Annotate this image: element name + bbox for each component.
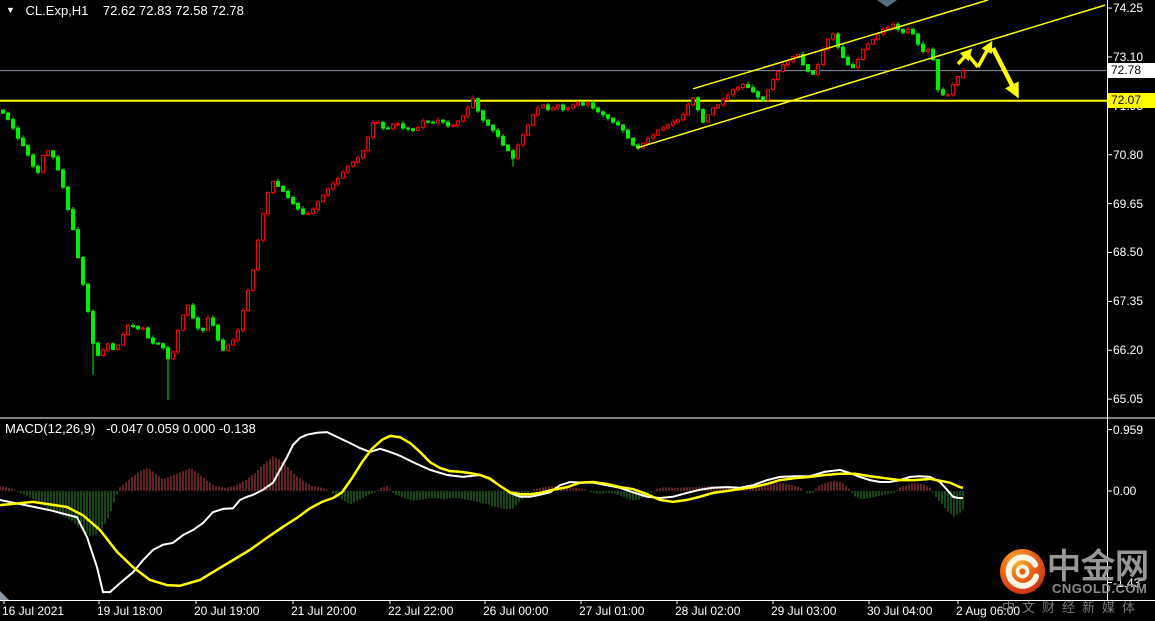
- chart-canvas[interactable]: [0, 0, 1155, 621]
- time-tick-label: 26 Jul 00:00: [483, 604, 549, 618]
- macd-main-line: [0, 431, 963, 594]
- price-tick-label: 66.20: [1113, 343, 1144, 358]
- support-price-tag: 72.07: [1108, 93, 1155, 108]
- time-tick-label: 28 Jul 02:00: [675, 604, 741, 618]
- level-lines: [0, 70, 1107, 102]
- time-tick-label: 20 Jul 19:00: [194, 604, 260, 618]
- current-price-tag: 72.78: [1108, 63, 1155, 78]
- macd-histogram: [0, 456, 964, 536]
- candlesticks: [1, 21, 965, 401]
- time-tick-label: 27 Jul 01:00: [579, 604, 645, 618]
- trend-channel[interactable]: [636, 0, 1106, 149]
- cngold-logo-icon: [999, 548, 1046, 595]
- time-tick-label: 29 Jul 03:00: [771, 604, 837, 618]
- price-tick-label: 68.50: [1113, 245, 1144, 260]
- time-tick-label: 19 Jul 18:00: [97, 604, 163, 618]
- forecast-arrows[interactable]: [956, 40, 1019, 99]
- brand-tagline: 中文财经新媒体: [1002, 600, 1143, 615]
- symbol-period-label: CL.Exp,H1: [25, 3, 89, 18]
- corner-marker-icon: [0, 591, 9, 600]
- price-tick-label: 70.80: [1113, 147, 1144, 162]
- cngold-watermark: 中金网 CNGOLD.COM 中文财经新媒体: [997, 545, 1155, 615]
- macd-tick-label: 0.959: [1113, 422, 1144, 437]
- trading-chart-window: ▼ CL.Exp,H1 72.62 72.83 72.58 72.78 MACD…: [0, 0, 1155, 621]
- macd-name: MACD(12,26,9): [5, 421, 96, 436]
- time-tick-label: 16 Jul 2021: [2, 604, 65, 618]
- top-marker-icon: [877, 0, 897, 7]
- symbol-dropdown-icon: ▼: [6, 5, 15, 15]
- macd-signal-line: [0, 434, 964, 587]
- time-tick-label: 22 Jul 22:00: [388, 604, 454, 618]
- price-tick-label: 73.10: [1113, 49, 1144, 64]
- price-tick-label: 69.65: [1113, 196, 1144, 211]
- macd-tick-label: 0.00: [1113, 483, 1137, 498]
- ohlc-values: 72.62 72.83 72.58 72.78: [102, 3, 244, 18]
- macd-indicator-label: MACD(12,26,9) -0.047 0.059 0.000 -0.138: [5, 421, 256, 436]
- price-tick-label: 65.05: [1113, 392, 1144, 407]
- macd-values: -0.047 0.059 0.000 -0.138: [106, 421, 256, 436]
- price-tick-label: 67.35: [1113, 294, 1144, 309]
- time-tick-label: 21 Jul 20:00: [291, 604, 357, 618]
- brand-url: CNGOLD.COM: [1052, 581, 1148, 596]
- time-tick-label: 30 Jul 04:00: [867, 604, 933, 618]
- price-tick-label: 74.25: [1113, 1, 1144, 16]
- axis-borders: [0, 0, 1155, 604]
- chart-title: ▼ CL.Exp,H1 72.62 72.83 72.58 72.78: [6, 3, 244, 18]
